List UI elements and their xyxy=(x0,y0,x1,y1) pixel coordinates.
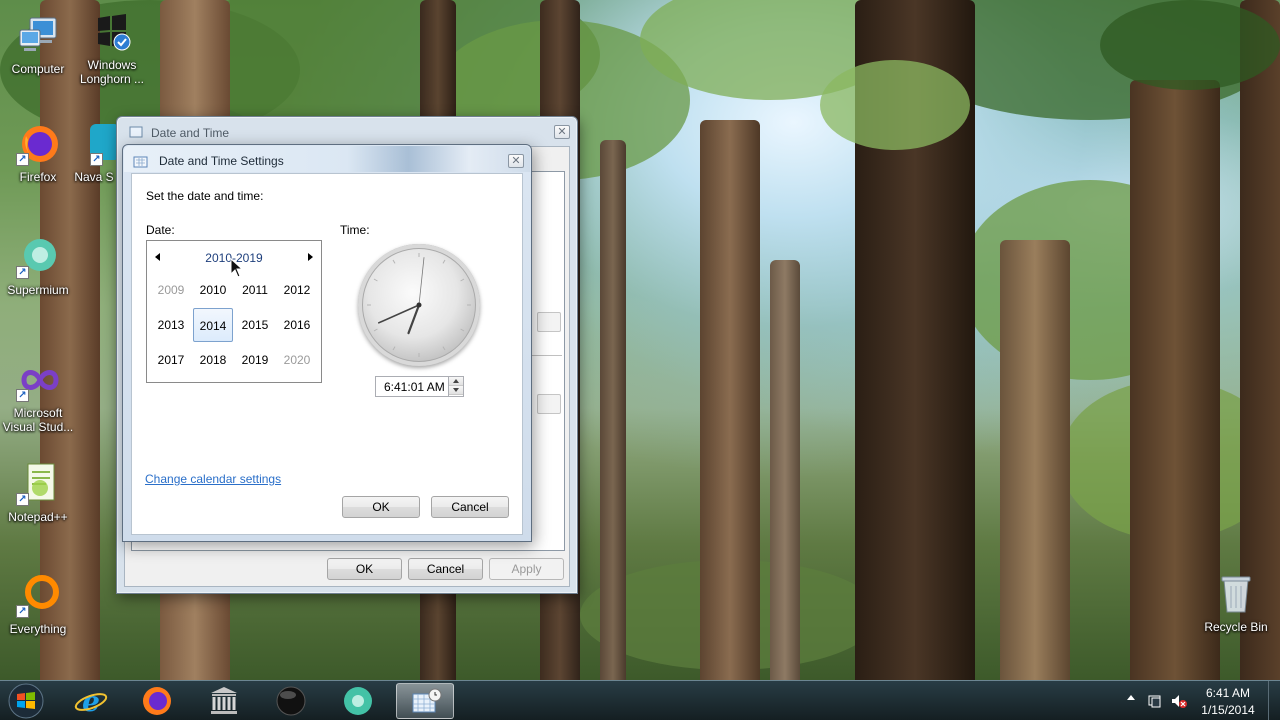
start-button[interactable] xyxy=(4,681,50,720)
settings-cancel-button[interactable]: Cancel xyxy=(431,496,509,518)
shortcut-arrow-icon: ↗ xyxy=(90,153,103,166)
desktop-icon-label: Firefox xyxy=(19,170,57,184)
change-date-button-partial[interactable] xyxy=(537,312,561,332)
close-icon: ✕ xyxy=(511,155,521,167)
outer-apply-button[interactable]: Apply xyxy=(489,558,564,580)
firefox-icon: ↗ xyxy=(16,122,60,166)
second-hand xyxy=(418,257,425,306)
taskbar-firefox[interactable] xyxy=(128,683,186,719)
year-cell-2014[interactable]: 2014 xyxy=(193,308,233,342)
desktop-icon-firefox[interactable]: ↗ Firefox xyxy=(0,122,76,184)
change-time-zone-button-partial[interactable] xyxy=(537,394,561,414)
time-spinner[interactable]: 6:41:01 AM xyxy=(375,376,464,397)
year-cell-2016[interactable]: 2016 xyxy=(277,308,317,342)
window-title: Date and Time xyxy=(151,126,230,140)
year-cell-2010[interactable]: 2010 xyxy=(193,273,233,307)
year-cell-2012[interactable]: 2012 xyxy=(277,273,317,307)
desktop-icon-windows-longhorn[interactable]: Windows Longhorn ... xyxy=(74,10,150,86)
desktop-icon-supermium[interactable]: ↗ Supermium xyxy=(0,235,76,297)
shortcut-arrow-icon: ↗ xyxy=(16,493,29,506)
year-cell-2017[interactable]: 2017 xyxy=(151,343,191,377)
year-cell-2013[interactable]: 2013 xyxy=(151,308,191,342)
calendar-clock-icon xyxy=(412,688,442,713)
taskbar-date-time-settings[interactable] xyxy=(396,683,454,719)
internet-explorer-icon: e xyxy=(74,685,108,718)
everything-search-icon: ↗ xyxy=(16,574,60,618)
outer-cancel-button[interactable]: Cancel xyxy=(408,558,483,580)
year-cell-2015[interactable]: 2015 xyxy=(235,308,275,342)
next-decade-arrow-icon[interactable] xyxy=(308,253,313,261)
shortcut-arrow-icon: ↗ xyxy=(16,266,29,279)
tray-clock-time[interactable]: 6:41 AM xyxy=(1193,686,1263,700)
year-cell-2019[interactable]: 2019 xyxy=(235,343,275,377)
windows-logo-icon xyxy=(90,10,134,54)
shortcut-arrow-icon: ↗ xyxy=(16,389,29,402)
firefox-icon xyxy=(143,687,171,715)
spin-down-icon[interactable] xyxy=(449,386,463,395)
supermium-icon xyxy=(344,687,372,715)
close-icon: ✕ xyxy=(557,126,567,138)
desktop-icon-label: Nava S xyxy=(74,170,114,184)
close-button[interactable]: ✕ xyxy=(554,125,570,139)
app-icon: ↗ xyxy=(72,122,116,166)
taskbar-library[interactable] xyxy=(195,683,253,719)
supermium-icon: ↗ xyxy=(16,235,60,279)
desktop-icon-label: Recycle Bin xyxy=(1204,620,1268,634)
clock-face xyxy=(367,253,471,357)
year-cell-2018[interactable]: 2018 xyxy=(193,343,233,377)
volume-muted-icon[interactable] xyxy=(1170,693,1188,709)
calendar-icon xyxy=(133,156,148,168)
svg-text:e: e xyxy=(82,685,100,718)
taskbar-internet-explorer[interactable]: e xyxy=(62,683,120,719)
spin-up-icon[interactable] xyxy=(449,377,463,386)
show-hidden-icons-arrow-icon[interactable] xyxy=(1127,695,1135,700)
desktop-icon-label: Supermium xyxy=(7,283,69,297)
window-title: Date and Time Settings xyxy=(159,154,284,168)
visual-studio-icon: ↗ xyxy=(16,358,60,402)
taskbar-supermium[interactable] xyxy=(329,683,387,719)
show-desktop-button[interactable] xyxy=(1268,681,1280,720)
year-cell-2020[interactable]: 2020 xyxy=(277,343,317,377)
date-label: Date: xyxy=(146,223,175,237)
desktop-icon-label: Windows Longhorn ... xyxy=(79,58,145,86)
desktop-icon-label: Microsoft Visual Stud... xyxy=(2,406,74,434)
analog-clock xyxy=(358,244,480,366)
mouse-cursor-icon xyxy=(230,258,244,278)
desktop-icon-label: Notepad++ xyxy=(8,510,68,524)
outer-ok-button[interactable]: OK xyxy=(327,558,402,580)
shortcut-arrow-icon: ↗ xyxy=(16,153,29,166)
desktop-icon-nava[interactable]: ↗ Nava S xyxy=(72,122,116,184)
desktop-icon-recycle-bin[interactable]: Recycle Bin xyxy=(1198,572,1274,634)
desktop-icon-notepad-plus-plus[interactable]: ↗ Notepad++ xyxy=(0,462,76,524)
settings-ok-button[interactable]: OK xyxy=(342,496,420,518)
taskbar-media-disc[interactable] xyxy=(262,683,320,719)
taskbar: e 6:41 AM 1/15/2014 xyxy=(0,680,1280,720)
desktop-icon-computer[interactable]: Computer xyxy=(0,14,76,76)
shortcut-arrow-icon: ↗ xyxy=(16,605,29,618)
desktop-icon-label: Everything xyxy=(9,622,67,636)
separator xyxy=(530,355,562,356)
tray-clock-date[interactable]: 1/15/2014 xyxy=(1193,703,1263,717)
instruction-text: Set the date and time: xyxy=(146,189,264,203)
desktop-icon-everything[interactable]: ↗ Everything xyxy=(0,574,76,636)
library-icon xyxy=(211,687,237,714)
disc-icon xyxy=(276,686,306,716)
time-label: Time: xyxy=(340,223,370,237)
desktop-icon-label: Computer xyxy=(11,62,65,76)
action-center-flag-icon[interactable] xyxy=(1147,693,1163,709)
desktop-icon-visual-studio[interactable]: ↗ Microsoft Visual Stud... xyxy=(0,358,76,434)
close-button[interactable]: ✕ xyxy=(508,154,524,168)
year-cell-2009[interactable]: 2009 xyxy=(151,273,191,307)
time-value[interactable]: 6:41:01 AM xyxy=(384,380,445,394)
year-cell-2011[interactable]: 2011 xyxy=(235,273,275,307)
notepad-plus-plus-icon: ↗ xyxy=(16,462,60,506)
calendar-clock-icon xyxy=(129,126,143,138)
change-calendar-settings-link[interactable]: Change calendar settings xyxy=(145,472,281,486)
computer-icon xyxy=(16,14,60,58)
recycle-bin-icon xyxy=(1214,572,1258,616)
windows-start-orb-icon xyxy=(8,683,44,719)
time-spinner-buttons xyxy=(448,377,463,396)
